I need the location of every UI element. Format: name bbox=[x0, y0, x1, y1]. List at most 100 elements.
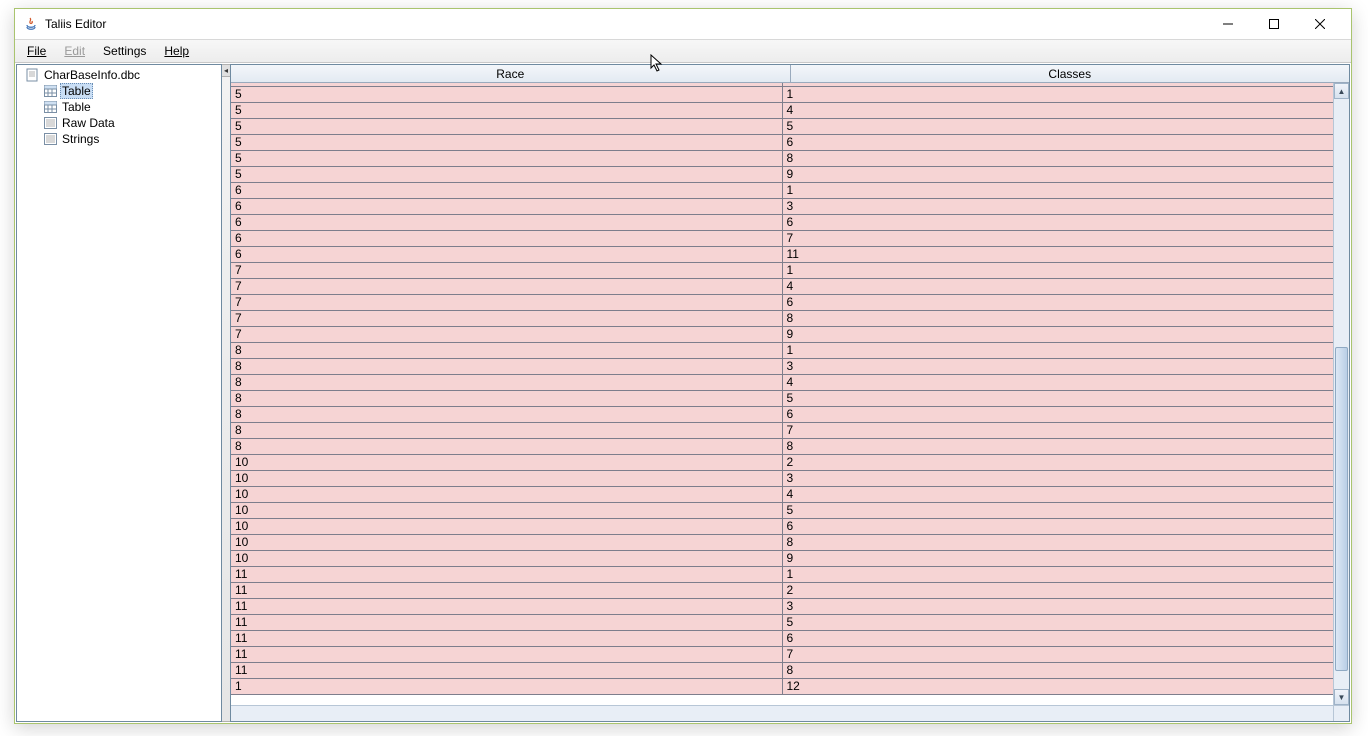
table-body[interactable]: 4115154555658596163666761171747678798183… bbox=[231, 83, 1333, 705]
maximize-button[interactable] bbox=[1251, 9, 1297, 39]
table-cell[interactable]: 8 bbox=[783, 439, 1334, 454]
minimize-button[interactable] bbox=[1205, 9, 1251, 39]
table-cell[interactable]: 2 bbox=[783, 455, 1334, 470]
table-row[interactable]: 58 bbox=[231, 151, 1333, 167]
table-cell[interactable]: 11 bbox=[231, 599, 783, 614]
table-cell[interactable]: 5 bbox=[783, 391, 1334, 406]
table-cell[interactable]: 6 bbox=[783, 519, 1334, 534]
table-row[interactable]: 85 bbox=[231, 391, 1333, 407]
table-row[interactable]: 84 bbox=[231, 375, 1333, 391]
tree-item[interactable]: Strings bbox=[21, 131, 217, 147]
tree-item[interactable]: Table bbox=[21, 83, 217, 99]
scroll-track[interactable] bbox=[1334, 99, 1349, 689]
table-cell[interactable]: 5 bbox=[783, 615, 1334, 630]
table-cell[interactable]: 10 bbox=[231, 551, 783, 566]
table-cell[interactable]: 6 bbox=[783, 295, 1334, 310]
table-row[interactable]: 66 bbox=[231, 215, 1333, 231]
table-cell[interactable]: 5 bbox=[231, 135, 783, 150]
table-cell[interactable]: 5 bbox=[231, 167, 783, 182]
table-cell[interactable]: 1 bbox=[783, 567, 1334, 582]
table-cell[interactable]: 6 bbox=[783, 407, 1334, 422]
table-row[interactable]: 88 bbox=[231, 439, 1333, 455]
table-cell[interactable]: 8 bbox=[783, 663, 1334, 678]
table-row[interactable]: 63 bbox=[231, 199, 1333, 215]
column-header-race[interactable]: Race bbox=[231, 65, 791, 82]
table-row[interactable]: 116 bbox=[231, 631, 1333, 647]
table-cell[interactable]: 7 bbox=[231, 327, 783, 342]
splitter-collapse-left-icon[interactable]: ◂ bbox=[222, 65, 230, 77]
file-tree[interactable]: CharBaseInfo.dbc TableTableRaw DataStrin… bbox=[17, 65, 221, 149]
menu-help[interactable]: Help bbox=[156, 42, 197, 60]
table-row[interactable]: 111 bbox=[231, 567, 1333, 583]
table-cell[interactable]: 4 bbox=[783, 487, 1334, 502]
table-cell[interactable]: 10 bbox=[231, 455, 783, 470]
table-cell[interactable]: 6 bbox=[783, 135, 1334, 150]
table-cell[interactable]: 4 bbox=[231, 83, 783, 86]
table-cell[interactable]: 6 bbox=[231, 247, 783, 262]
table-cell[interactable]: 3 bbox=[783, 359, 1334, 374]
table-cell[interactable]: 9 bbox=[783, 167, 1334, 182]
table-cell[interactable]: 8 bbox=[783, 535, 1334, 550]
table-row[interactable]: 113 bbox=[231, 599, 1333, 615]
table-row[interactable]: 86 bbox=[231, 407, 1333, 423]
table-row[interactable]: 81 bbox=[231, 343, 1333, 359]
table-cell[interactable]: 7 bbox=[231, 279, 783, 294]
table-cell[interactable]: 8 bbox=[231, 407, 783, 422]
table-cell[interactable]: 4 bbox=[783, 375, 1334, 390]
table-cell[interactable]: 10 bbox=[231, 519, 783, 534]
table-cell[interactable]: 10 bbox=[231, 503, 783, 518]
close-button[interactable] bbox=[1297, 9, 1343, 39]
table-row[interactable]: 71 bbox=[231, 263, 1333, 279]
table-row[interactable]: 56 bbox=[231, 135, 1333, 151]
table-cell[interactable]: 7 bbox=[231, 263, 783, 278]
table-row[interactable]: 87 bbox=[231, 423, 1333, 439]
table-cell[interactable]: 12 bbox=[783, 679, 1334, 694]
table-cell[interactable]: 11 bbox=[783, 247, 1334, 262]
table-cell[interactable]: 11 bbox=[231, 647, 783, 662]
table-row[interactable]: 109 bbox=[231, 551, 1333, 567]
table-cell[interactable]: 7 bbox=[783, 647, 1334, 662]
table-cell[interactable]: 11 bbox=[231, 583, 783, 598]
table-cell[interactable]: 10 bbox=[231, 471, 783, 486]
table-cell[interactable]: 7 bbox=[783, 231, 1334, 246]
table-cell[interactable]: 11 bbox=[231, 663, 783, 678]
table-cell[interactable]: 6 bbox=[231, 183, 783, 198]
table-row[interactable]: 55 bbox=[231, 119, 1333, 135]
table-row[interactable]: 104 bbox=[231, 487, 1333, 503]
table-cell[interactable]: 11 bbox=[783, 83, 1334, 86]
table-cell[interactable]: 4 bbox=[783, 103, 1334, 118]
table-row[interactable]: 59 bbox=[231, 167, 1333, 183]
tree-root[interactable]: CharBaseInfo.dbc bbox=[21, 67, 217, 83]
table-row[interactable]: 103 bbox=[231, 471, 1333, 487]
table-row[interactable]: 106 bbox=[231, 519, 1333, 535]
table-row[interactable]: 112 bbox=[231, 583, 1333, 599]
table-row[interactable]: 54 bbox=[231, 103, 1333, 119]
table-cell[interactable]: 11 bbox=[231, 615, 783, 630]
table-cell[interactable]: 3 bbox=[783, 199, 1334, 214]
tree-item[interactable]: Table bbox=[21, 99, 217, 115]
table-row[interactable]: 67 bbox=[231, 231, 1333, 247]
table-cell[interactable]: 8 bbox=[231, 343, 783, 358]
tree-item[interactable]: Raw Data bbox=[21, 115, 217, 131]
table-row[interactable]: 115 bbox=[231, 615, 1333, 631]
table-row[interactable]: 118 bbox=[231, 663, 1333, 679]
table-row[interactable]: 74 bbox=[231, 279, 1333, 295]
table-row[interactable]: 78 bbox=[231, 311, 1333, 327]
table-cell[interactable]: 6 bbox=[231, 215, 783, 230]
scroll-up-button[interactable]: ▲ bbox=[1334, 83, 1349, 99]
table-cell[interactable]: 7 bbox=[231, 295, 783, 310]
table-cell[interactable]: 6 bbox=[231, 231, 783, 246]
scroll-down-button[interactable]: ▼ bbox=[1334, 689, 1349, 705]
table-row[interactable]: 105 bbox=[231, 503, 1333, 519]
column-header-classes[interactable]: Classes bbox=[791, 65, 1350, 82]
menu-file[interactable]: File bbox=[19, 42, 54, 60]
table-cell[interactable]: 5 bbox=[231, 119, 783, 134]
table-cell[interactable]: 8 bbox=[231, 391, 783, 406]
table-cell[interactable]: 8 bbox=[231, 423, 783, 438]
table-cell[interactable]: 9 bbox=[783, 327, 1334, 342]
table-row[interactable]: 108 bbox=[231, 535, 1333, 551]
table-cell[interactable]: 3 bbox=[783, 599, 1334, 614]
scroll-thumb[interactable] bbox=[1335, 347, 1348, 672]
table-cell[interactable]: 1 bbox=[783, 263, 1334, 278]
menu-settings[interactable]: Settings bbox=[95, 42, 154, 60]
